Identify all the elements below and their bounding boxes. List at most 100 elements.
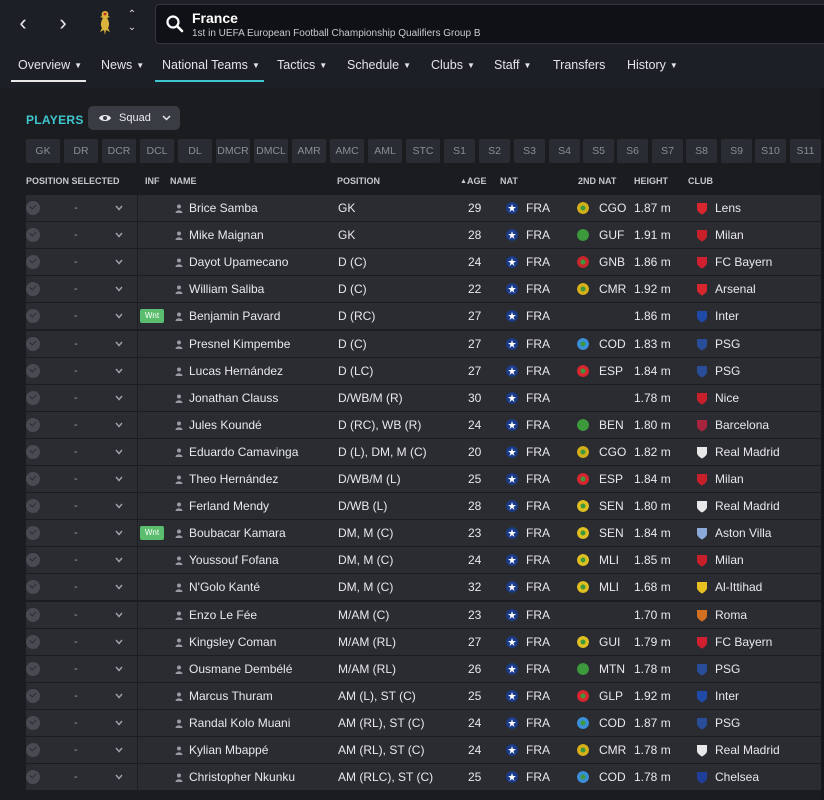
player-club[interactable]: Chelsea (715, 764, 759, 790)
player-name[interactable]: Christopher Nkunku (189, 764, 295, 790)
player-club[interactable]: FC Bayern (715, 629, 772, 655)
down-chevron-icon[interactable]: ⌄ (124, 21, 140, 34)
filter-aml[interactable]: AML (368, 139, 402, 163)
filter-s8[interactable]: S8 (686, 139, 717, 163)
search-bar[interactable]: France 1st in UEFA European Football Cha… (155, 4, 824, 44)
player-club[interactable]: Milan (715, 547, 744, 573)
player-club[interactable]: FC Bayern (715, 249, 772, 275)
player-name[interactable]: Kylian Mbappé (189, 737, 268, 763)
chevron-down-icon[interactable] (115, 421, 123, 429)
table-row[interactable]: - Christopher Nkunku AM (RLC), ST (C) 25 FRA… (26, 764, 824, 791)
pick-toggle-icon[interactable] (26, 743, 40, 757)
col-age[interactable]: AGE (467, 176, 487, 186)
filter-s10[interactable]: S10 (755, 139, 786, 163)
filter-dr[interactable]: DR (64, 139, 98, 163)
filter-amc[interactable]: AMC (330, 139, 364, 163)
chevron-down-icon[interactable] (115, 448, 123, 456)
chevron-down-icon[interactable] (115, 258, 123, 266)
chevron-down-icon[interactable] (115, 285, 123, 293)
player-name[interactable]: Youssouf Fofana (189, 547, 279, 573)
player-name[interactable]: Presnel Kimpembe (189, 331, 290, 357)
menu-history[interactable]: History ▼ (627, 52, 678, 80)
chevron-down-icon[interactable] (115, 719, 123, 727)
table-row[interactable]: - N'Golo Kanté DM, M (C) 32 FRA MLI 1.68 m Al-I… (26, 574, 824, 601)
player-name[interactable]: Dayot Upamecano (189, 249, 288, 275)
filter-dl[interactable]: DL (178, 139, 212, 163)
menu-schedule[interactable]: Schedule ▼ (347, 52, 411, 80)
player-club[interactable]: PSG (715, 358, 740, 384)
filter-stc[interactable]: STC (406, 139, 440, 163)
player-name[interactable]: Marcus Thuram (189, 683, 273, 709)
player-name[interactable]: Benjamin Pavard (189, 303, 280, 329)
pick-toggle-icon[interactable] (26, 228, 40, 243)
menu-staff[interactable]: Staff ▼ (494, 52, 531, 80)
filter-dmcl[interactable]: DMCL (254, 139, 288, 163)
player-club[interactable]: Al-Ittihad (715, 574, 762, 600)
filter-s1[interactable]: S1 (444, 139, 475, 163)
player-club[interactable]: PSG (715, 331, 740, 357)
pick-toggle-icon[interactable] (26, 472, 40, 486)
filter-s11[interactable]: S11 (790, 139, 821, 163)
pick-toggle-icon[interactable] (26, 444, 40, 459)
pick-toggle-icon[interactable] (26, 715, 40, 730)
player-name[interactable]: Ousmane Dembélé (189, 656, 292, 682)
chevron-down-icon[interactable] (115, 475, 123, 483)
col-club[interactable]: CLUB (688, 176, 713, 186)
pick-toggle-icon[interactable] (26, 688, 40, 703)
table-row[interactable]: - Wnt Benjamin Pavard D (RC) 27 FRA 1.86 m Inte… (26, 303, 824, 330)
pick-toggle-icon[interactable] (26, 580, 40, 595)
player-club[interactable]: Real Madrid (715, 737, 780, 763)
table-row[interactable]: - Brice Samba GK 29 FRA CGO 1.87 m Lens (26, 195, 824, 221)
filter-s6[interactable]: S6 (617, 139, 648, 163)
pick-toggle-icon[interactable] (26, 363, 40, 378)
back-button[interactable]: ‹ (10, 10, 36, 36)
player-club[interactable]: Lens (715, 195, 741, 221)
player-name[interactable]: Enzo Le Fée (189, 602, 257, 628)
pick-toggle-icon[interactable] (26, 553, 40, 568)
filter-amr[interactable]: AMR (292, 139, 326, 163)
table-row[interactable]: - Kingsley Coman M/AM (RL) 27 FRA GUI 1.79 m FC… (26, 628, 824, 655)
player-club[interactable]: Arsenal (715, 276, 756, 302)
col-inf[interactable]: INF (145, 176, 160, 186)
pick-toggle-icon[interactable] (26, 607, 40, 622)
filter-dcr[interactable]: DCR (102, 139, 136, 163)
forward-button[interactable]: › (50, 10, 76, 36)
chevron-down-icon[interactable] (115, 556, 123, 564)
filter-s5[interactable]: S5 (583, 139, 614, 163)
table-row[interactable]: - Mike Maignan GK 28 FRA GUF 1.91 m Milan (26, 222, 824, 249)
menu-news[interactable]: News ▼ (101, 52, 144, 80)
chevron-down-icon[interactable] (115, 746, 123, 754)
player-name[interactable]: Eduardo Camavinga (189, 439, 298, 465)
chevron-down-icon[interactable] (115, 204, 123, 212)
player-name[interactable]: Theo Hernández (189, 466, 278, 492)
table-row[interactable]: - Wnt Boubacar Kamara DM, M (C) 23 FRA SEN 1.84… (26, 520, 824, 547)
pick-toggle-icon[interactable] (26, 499, 40, 514)
player-club[interactable]: Roma (715, 602, 747, 628)
col-position[interactable]: POSITION (337, 176, 380, 186)
player-club[interactable]: Inter (715, 683, 739, 709)
table-row[interactable]: - Jonathan Clauss D/WB/M (R) 30 FRA 1.78 m Nic… (26, 384, 824, 411)
table-row[interactable]: - Theo Hernández D/WB/M (L) 25 FRA ESP 1.84 m M… (26, 466, 824, 492)
pick-toggle-icon[interactable] (26, 770, 40, 785)
player-club[interactable]: Milan (715, 466, 744, 492)
up-chevron-icon[interactable]: ⌃ (124, 8, 140, 21)
filter-s9[interactable]: S9 (721, 139, 752, 163)
player-name[interactable]: Lucas Hernández (189, 358, 283, 384)
filter-dmcr[interactable]: DMCR (216, 139, 250, 163)
menu-tactics[interactable]: Tactics ▼ (277, 52, 327, 80)
chevron-down-icon[interactable] (115, 692, 123, 700)
player-name[interactable]: N'Golo Kanté (189, 574, 260, 600)
player-club[interactable]: Nice (715, 385, 739, 411)
player-club[interactable]: PSG (715, 656, 740, 682)
col-name[interactable]: NAME (170, 176, 197, 186)
pick-toggle-icon[interactable] (26, 282, 40, 297)
table-row[interactable]: - William Saliba D (C) 22 FRA CMR 1.92 m Arsena… (26, 276, 824, 303)
table-row[interactable]: - Enzo Le Fée M/AM (C) 23 FRA 1.70 m Roma (26, 601, 824, 628)
chevron-down-icon[interactable] (115, 367, 123, 375)
menu-transfers[interactable]: Transfers (553, 52, 605, 80)
pick-toggle-icon[interactable] (26, 255, 40, 270)
filter-s7[interactable]: S7 (652, 139, 683, 163)
pick-toggle-icon[interactable] (26, 390, 40, 405)
table-row[interactable]: - Ferland Mendy D/WB (L) 28 FRA SEN 1.80 m Real… (26, 493, 824, 520)
player-name[interactable]: Ferland Mendy (189, 493, 269, 519)
